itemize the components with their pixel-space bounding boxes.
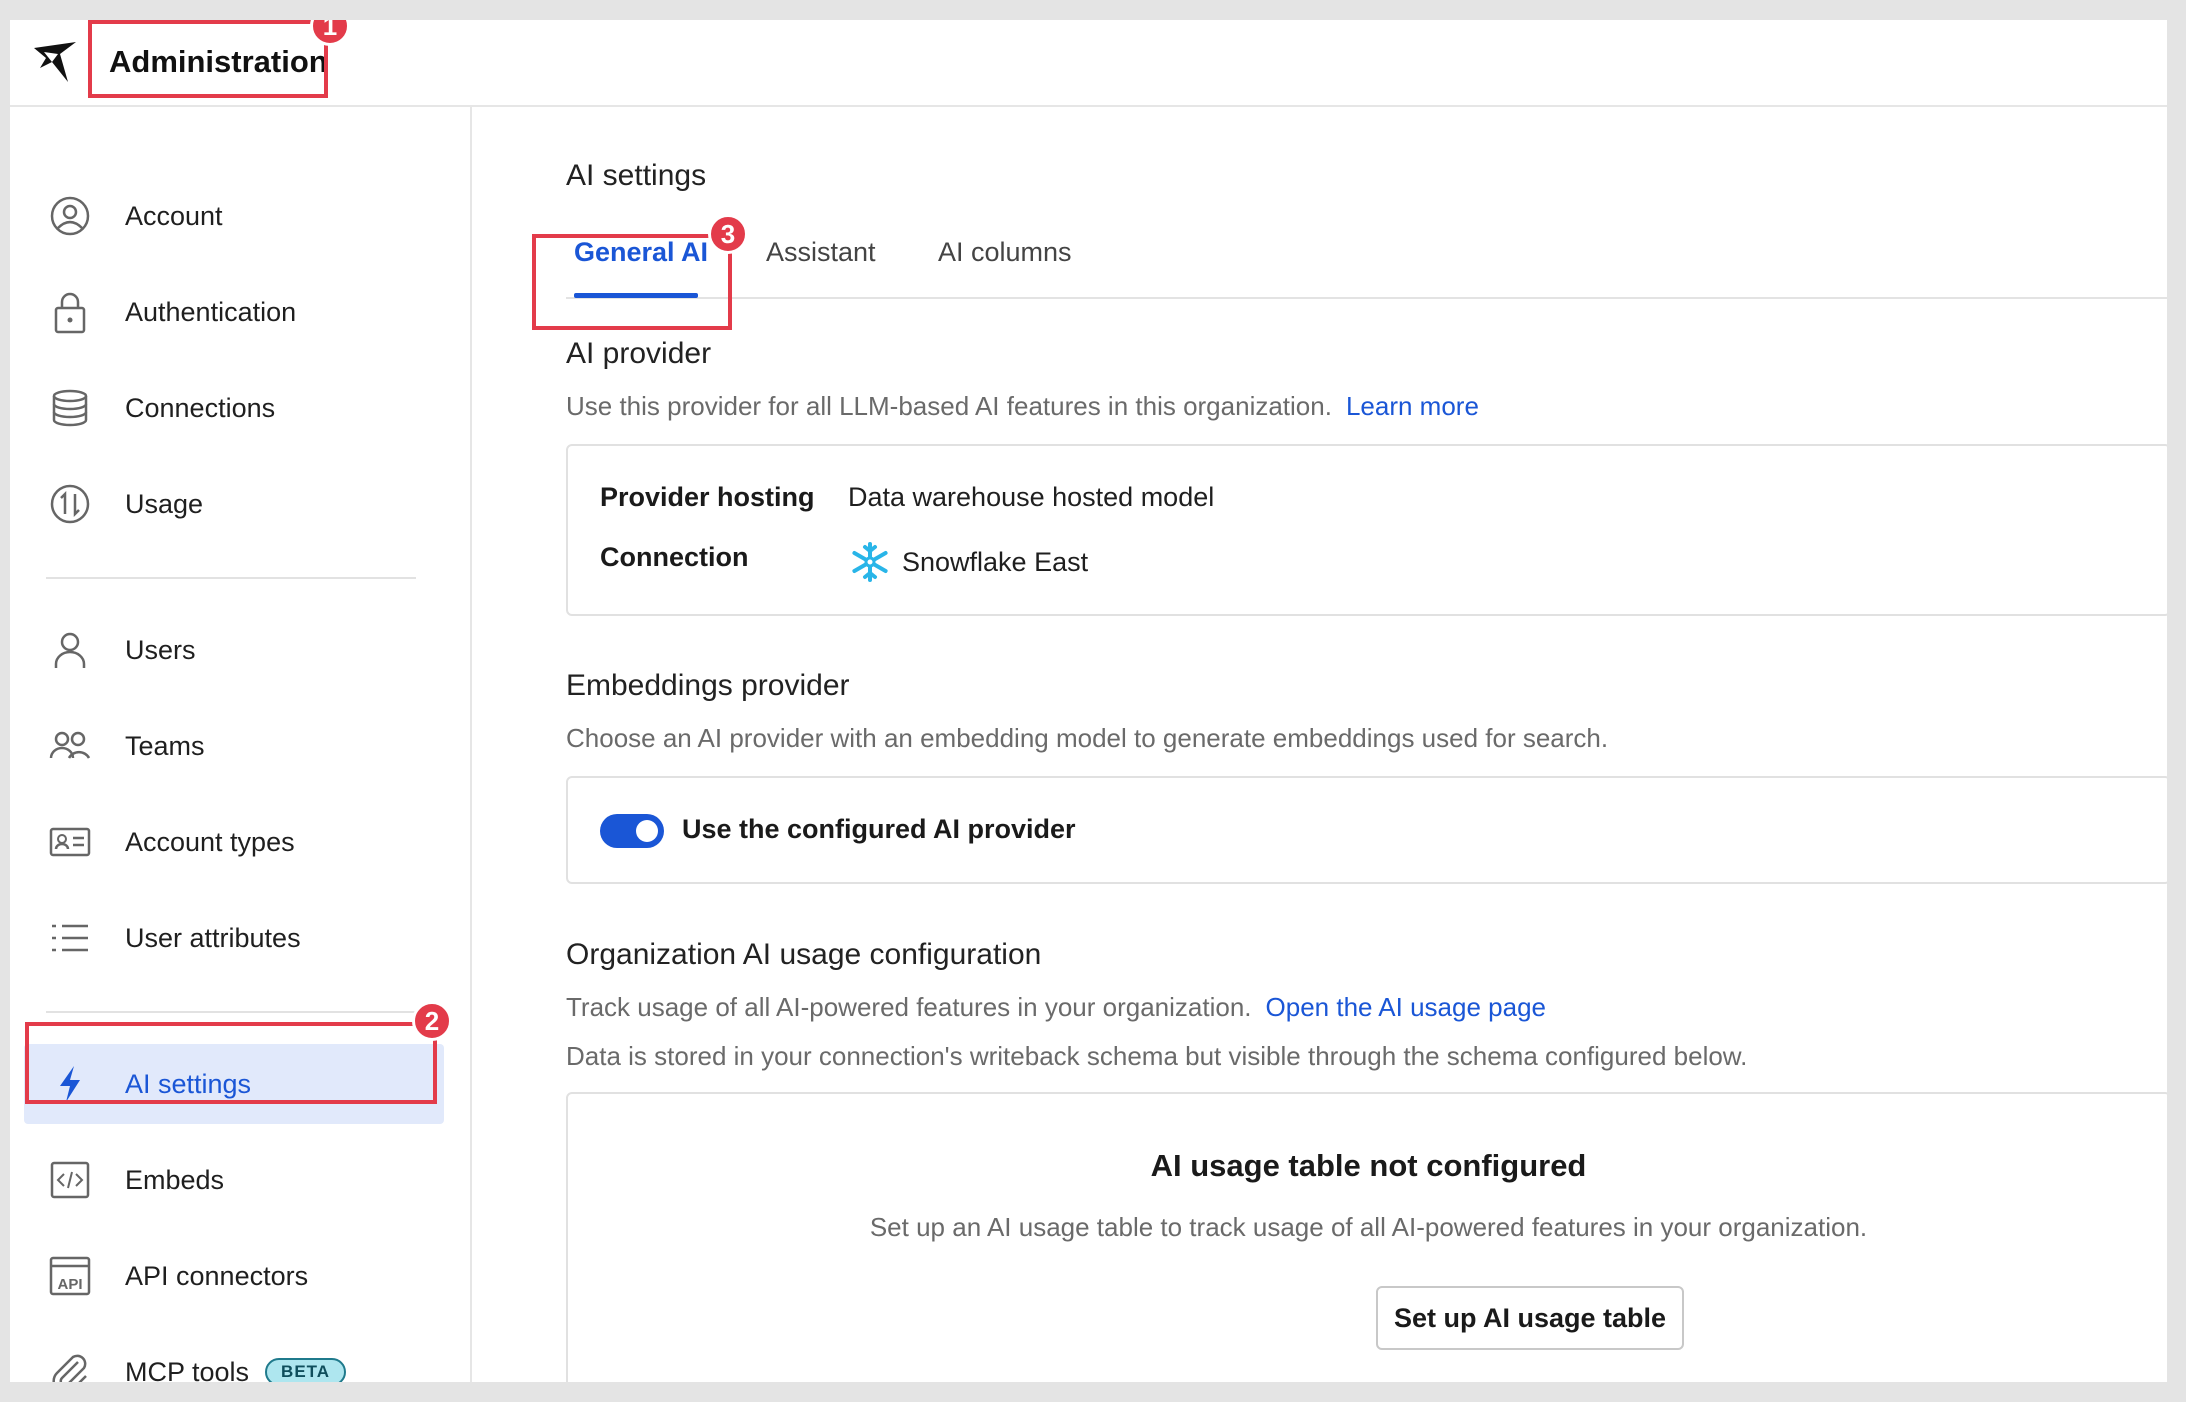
callout-badge-3: 3 <box>708 214 748 254</box>
api-icon: API <box>48 1254 92 1298</box>
sidebar: Account Authentication Connections Usage <box>10 107 472 1382</box>
paperclip-icon <box>48 1350 92 1382</box>
provider-hosting-value: Data warehouse hosted model <box>848 482 1215 512</box>
database-icon <box>48 386 92 430</box>
list-icon <box>48 916 92 960</box>
section-heading: AI settings <box>566 159 707 192</box>
sidebar-item-label: API connectors <box>125 1260 309 1291</box>
sidebar-item-label: Account <box>125 200 223 231</box>
sidebar-item-label: Connections <box>125 392 276 423</box>
embeddings-title: Embeddings provider <box>566 669 850 702</box>
use-configured-provider-toggle[interactable] <box>600 814 664 848</box>
ai-provider-card: Provider hosting Data warehouse hosted m… <box>566 444 2167 616</box>
sidebar-item-label: Users <box>125 634 196 665</box>
usage-table-card: AI usage table not configured Set up an … <box>566 1092 2167 1382</box>
connection-name: Snowflake East <box>902 546 1089 577</box>
sidebar-divider <box>46 577 416 579</box>
sidebar-item-label: User attributes <box>125 922 301 953</box>
callout-box-1 <box>88 20 328 98</box>
toggle-label: Use the configured AI provider <box>682 814 1076 844</box>
tab-assistant[interactable]: Assistant <box>766 237 876 268</box>
beta-badge: BETA <box>265 1358 347 1382</box>
sidebar-item-api-connectors[interactable]: API API connectors <box>24 1236 444 1316</box>
connection-value: Snowflake East <box>848 540 1088 584</box>
sidebar-item-label: Teams <box>125 730 205 761</box>
usage-config-title: Organization AI usage configuration <box>566 938 1042 971</box>
account-circle-icon <box>48 194 92 238</box>
empty-state-description: Set up an AI usage table to track usage … <box>869 1212 1868 1242</box>
connection-label: Connection <box>600 542 749 572</box>
empty-state-title: AI usage table not configured <box>1150 1148 1587 1183</box>
learn-more-link[interactable]: Learn more <box>1346 391 1479 421</box>
usage-config-description-text: Track usage of all AI-powered features i… <box>566 992 1252 1022</box>
lock-icon <box>48 290 92 334</box>
sidebar-item-connections[interactable]: Connections <box>24 368 444 448</box>
user-icon <box>48 628 92 672</box>
sidebar-item-user-attributes[interactable]: User attributes <box>24 898 444 978</box>
callout-badge-2: 2 <box>412 1001 452 1041</box>
usage-config-description: Track usage of all AI-powered features i… <box>566 992 1546 1023</box>
callout-box-2 <box>25 1022 437 1104</box>
sidebar-item-users[interactable]: Users <box>24 610 444 690</box>
sidebar-item-embeds[interactable]: Embeds <box>24 1140 444 1220</box>
usage-icon <box>48 482 92 526</box>
teams-icon <box>48 724 92 768</box>
sidebar-item-account[interactable]: Account <box>24 176 444 256</box>
setup-ai-usage-table-button[interactable]: Set up AI usage table <box>1376 1286 1684 1350</box>
sidebar-item-label: Account types <box>125 826 295 857</box>
embeddings-card: Use the configured AI provider <box>566 776 2167 884</box>
open-ai-usage-link[interactable]: Open the AI usage page <box>1266 992 1546 1022</box>
sidebar-divider <box>46 1011 416 1013</box>
code-icon <box>48 1158 92 1202</box>
sidebar-item-authentication[interactable]: Authentication <box>24 272 444 352</box>
ai-provider-description-text: Use this provider for all LLM-based AI f… <box>566 391 1332 421</box>
provider-hosting-label: Provider hosting <box>600 482 815 512</box>
ai-provider-title: AI provider <box>566 337 712 370</box>
sidebar-item-usage[interactable]: Usage <box>24 464 444 544</box>
sidebar-item-label: MCP tools <box>125 1356 250 1383</box>
sidebar-item-label: Authentication <box>125 296 297 327</box>
snowflake-icon <box>852 542 888 582</box>
id-card-icon <box>48 820 92 864</box>
ai-provider-description: Use this provider for all LLM-based AI f… <box>566 391 1479 422</box>
sidebar-item-teams[interactable]: Teams <box>24 706 444 786</box>
app-window: Administration Account Authentication Co… <box>10 20 2167 1382</box>
svg-text:API: API <box>57 1276 82 1293</box>
sidebar-item-label: Usage <box>125 488 204 519</box>
sidebar-item-mcp-tools[interactable]: MCP tools BETA <box>24 1332 444 1382</box>
bird-logo-icon[interactable] <box>30 38 80 88</box>
usage-config-description-2: Data is stored in your connection's writ… <box>566 1041 1748 1071</box>
tab-bar: General AI Assistant AI columns <box>566 211 2167 299</box>
embeddings-description: Choose an AI provider with an embedding … <box>566 723 1609 753</box>
tab-ai-columns[interactable]: AI columns <box>938 237 1072 268</box>
sidebar-item-label: Embeds <box>125 1164 225 1195</box>
callout-box-3 <box>532 234 732 330</box>
sidebar-item-account-types[interactable]: Account types <box>24 802 444 882</box>
